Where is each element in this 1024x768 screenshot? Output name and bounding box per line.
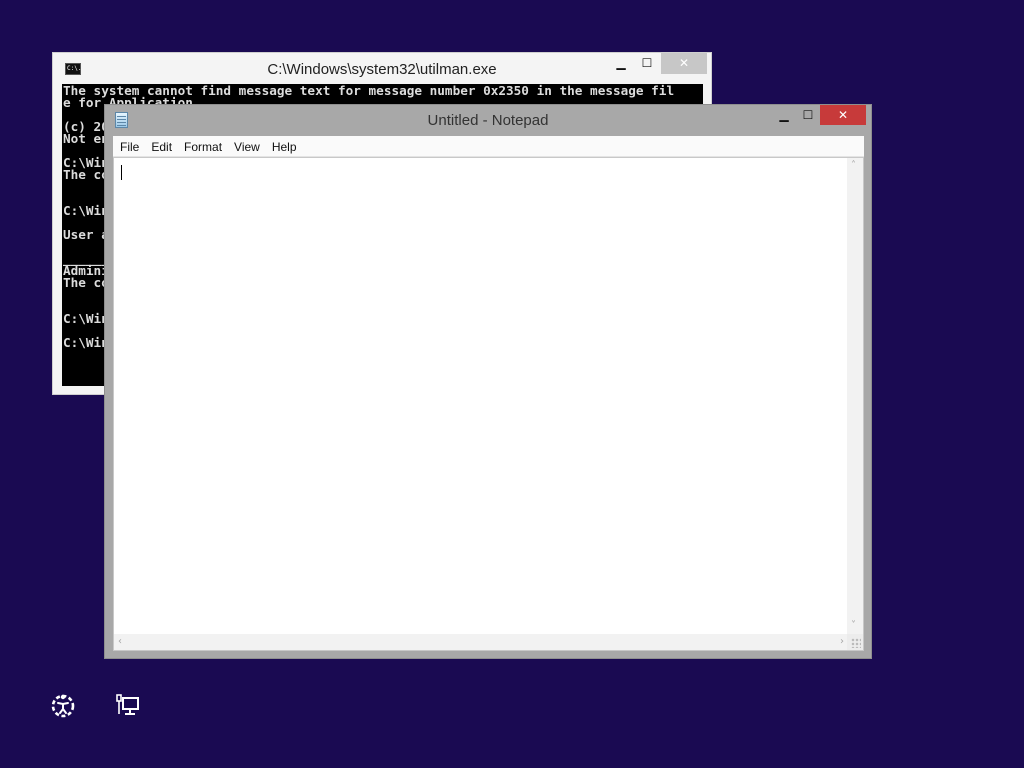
menu-help[interactable]: Help [266, 137, 303, 157]
notepad-menubar: File Edit Format View Help [113, 136, 864, 157]
resize-corner[interactable] [847, 634, 863, 650]
notepad-text-area[interactable]: ˄ ˅ ‹ › [113, 157, 864, 651]
vertical-scrollbar[interactable]: ˄ ˅ [847, 158, 863, 634]
horizontal-scrollbar[interactable]: ‹ › [114, 634, 848, 650]
notepad-minimize-button[interactable]: ▁ [773, 105, 795, 126]
menu-format[interactable]: Format [178, 137, 228, 157]
scroll-up-icon[interactable]: ˄ [851, 161, 856, 171]
cmd-maximize-button[interactable]: ☐ [635, 53, 659, 74]
scroll-left-icon[interactable]: ‹ [118, 637, 122, 647]
notepad-maximize-button[interactable]: ☐ [797, 105, 819, 126]
text-caret [121, 165, 122, 180]
resize-grip-icon[interactable] [851, 638, 861, 648]
notepad-titlebar[interactable]: Untitled - Notepad ▁ ☐ ✕ [105, 105, 871, 135]
cmd-minimize-button[interactable]: ▁ [609, 53, 633, 74]
notepad-title: Untitled - Notepad [427, 112, 549, 129]
cmd-close-button[interactable]: ✕ [661, 53, 707, 74]
ease-of-access-icon[interactable] [49, 692, 77, 720]
menu-edit[interactable]: Edit [145, 137, 178, 157]
menu-view[interactable]: View [228, 137, 266, 157]
scroll-down-icon[interactable]: ˅ [851, 621, 856, 631]
notepad-close-button[interactable]: ✕ [820, 105, 866, 125]
scroll-right-icon[interactable]: › [840, 637, 844, 647]
menu-file[interactable]: File [113, 137, 145, 157]
notepad-window[interactable]: Untitled - Notepad ▁ ☐ ✕ File Edit Format V… [104, 104, 872, 659]
network-icon[interactable] [114, 692, 142, 720]
cmd-titlebar[interactable]: C:\. C:\Windows\system32\utilman.exe ▁ ☐… [53, 53, 711, 85]
